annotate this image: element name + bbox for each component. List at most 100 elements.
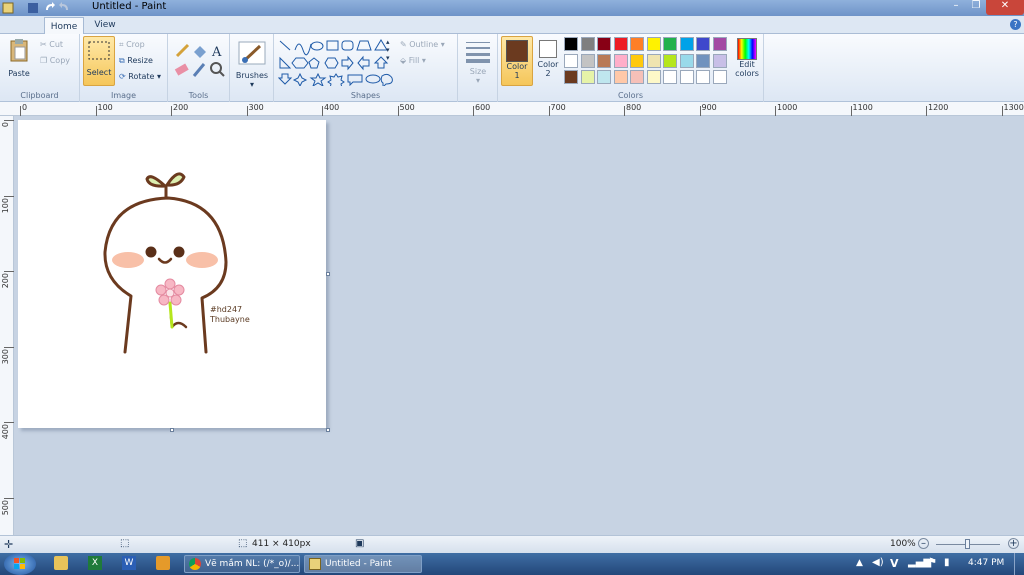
edit-colors-button[interactable]: Edit colors: [732, 38, 762, 88]
quick-access-toolbar: [2, 2, 68, 14]
magnifier-icon[interactable]: [210, 62, 225, 77]
copy-button[interactable]: ❐ Copy: [40, 56, 70, 65]
shapes-gallery-scroll[interactable]: ▴ ▾ ▾: [386, 38, 390, 62]
show-desktop-button[interactable]: [1014, 553, 1024, 575]
palette-swatch[interactable]: [564, 37, 578, 51]
excel-taskbar-icon[interactable]: X: [88, 556, 102, 570]
brushes-button[interactable]: Brushes ▾: [235, 38, 269, 89]
image-group-label: Image: [110, 91, 137, 100]
select-button[interactable]: Select: [83, 36, 115, 86]
palette-swatch[interactable]: [696, 70, 710, 84]
palette-swatch[interactable]: [646, 37, 661, 51]
paint-taskbar-button[interactable]: Untitled - Paint: [304, 555, 422, 573]
palette-swatch[interactable]: [712, 53, 727, 68]
palette-swatch[interactable]: [580, 53, 595, 68]
color2-button[interactable]: Color 2: [536, 40, 560, 86]
palette-swatch[interactable]: [679, 37, 694, 51]
resize-handle-bottom[interactable]: [170, 428, 174, 432]
resize-handle-right[interactable]: [326, 272, 330, 276]
restore-button[interactable]: ❐: [966, 0, 986, 15]
palette-swatch[interactable]: [564, 53, 578, 68]
shapes-gallery[interactable]: [278, 38, 394, 86]
palette-swatch[interactable]: [597, 37, 611, 51]
palette-swatch[interactable]: [646, 53, 661, 68]
oval-callout-shape-icon: [365, 74, 381, 84]
help-icon[interactable]: ?: [1010, 19, 1021, 30]
rounded-callout-shape-icon: [347, 74, 363, 86]
resize-button[interactable]: ⧉ Resize: [119, 56, 153, 66]
zoom-in-button[interactable]: +: [1008, 538, 1019, 549]
sprout-leaf-right: [165, 172, 186, 187]
zoom-slider-thumb[interactable]: [965, 539, 970, 549]
ruler-label: 700: [550, 103, 566, 112]
palette-swatch[interactable]: [712, 70, 727, 84]
power-icon[interactable]: ▮: [944, 557, 950, 568]
action-center-icon[interactable]: ⚑: [928, 557, 937, 568]
start-button[interactable]: [4, 553, 36, 575]
paste-button[interactable]: Paste: [4, 36, 34, 84]
media-player-taskbar-icon[interactable]: [156, 556, 170, 570]
palette-swatch[interactable]: [663, 70, 677, 84]
clock[interactable]: 4:47 PM: [968, 558, 1004, 568]
fill-button[interactable]: ⬙ Fill ▾: [400, 56, 426, 65]
tab-view[interactable]: View: [88, 16, 122, 34]
explorer-taskbar-icon[interactable]: [54, 556, 68, 570]
minimize-button[interactable]: –: [946, 0, 966, 15]
rotate-button[interactable]: ⟳ Rotate ▾: [119, 72, 161, 81]
chrome-taskbar-button[interactable]: Vẽ mầm NL: (/*_o)/...: [184, 555, 300, 573]
cloud-callout-shape-icon: [380, 73, 393, 86]
show-hidden-icons-button[interactable]: ▲: [856, 558, 863, 568]
crop-icon: ⌗: [119, 40, 124, 49]
tab-home[interactable]: Home: [44, 17, 84, 35]
palette-swatch[interactable]: [696, 37, 710, 51]
ruler-label: 500: [1, 499, 10, 515]
size-button[interactable]: Size ▾: [464, 38, 492, 86]
cut-button[interactable]: ✂ Cut: [40, 40, 63, 49]
fill-bucket-icon[interactable]: [194, 46, 206, 58]
eraser-icon[interactable]: [174, 63, 189, 76]
save-icon: [28, 3, 38, 13]
paint-taskbar-icon: [309, 558, 321, 570]
rotate-label: Rotate: [128, 72, 155, 81]
palette-swatch[interactable]: [597, 70, 611, 84]
palette-swatch[interactable]: [679, 53, 694, 68]
palette-swatch[interactable]: [712, 37, 727, 51]
volume-icon[interactable]: ◀): [872, 557, 884, 568]
svg-text:A: A: [211, 45, 222, 60]
color1-button[interactable]: Color 1: [501, 36, 533, 86]
palette-swatch[interactable]: [679, 70, 694, 84]
paste-icon: [10, 39, 28, 62]
palette-swatch[interactable]: [630, 37, 644, 51]
palette-swatch[interactable]: [696, 53, 710, 68]
palette-swatch[interactable]: [646, 70, 661, 84]
edit-colors-label: Edit: [739, 60, 755, 69]
palette-swatch[interactable]: [580, 37, 595, 51]
brushes-group: Brushes ▾: [230, 34, 274, 102]
color1-swatch: [506, 40, 528, 62]
crop-button[interactable]: ⌗ Crop: [119, 40, 145, 50]
palette-swatch[interactable]: [630, 53, 644, 68]
palette-swatch[interactable]: [613, 53, 628, 68]
sprout-leaf-left: [145, 175, 167, 188]
window-title: Untitled - Paint: [92, 1, 167, 12]
palette-swatch[interactable]: [613, 70, 628, 84]
color-picker-icon[interactable]: [192, 63, 206, 77]
palette-swatch[interactable]: [630, 70, 644, 84]
word-taskbar-icon[interactable]: W: [122, 556, 136, 570]
palette-swatch[interactable]: [597, 53, 611, 68]
palette-swatch[interactable]: [613, 37, 628, 51]
palette-swatch[interactable]: [663, 37, 677, 51]
close-button[interactable]: ✕: [986, 0, 1024, 15]
zoom-out-button[interactable]: –: [918, 538, 929, 549]
drawing-canvas[interactable]: #hd247 Thubayne: [18, 120, 326, 428]
text-tool-icon[interactable]: A: [211, 45, 222, 60]
pencil-icon[interactable]: [175, 43, 190, 58]
palette-swatch[interactable]: [663, 53, 677, 68]
palette-swatch[interactable]: [580, 70, 595, 84]
outline-button[interactable]: ✎ Outline ▾: [400, 40, 445, 49]
ruler-tick: [4, 346, 14, 348]
resize-handle-corner[interactable]: [326, 428, 330, 432]
language-indicator-icon[interactable]: V: [890, 557, 899, 570]
palette-swatch[interactable]: [564, 70, 578, 84]
paint-app-icon: [2, 2, 14, 14]
